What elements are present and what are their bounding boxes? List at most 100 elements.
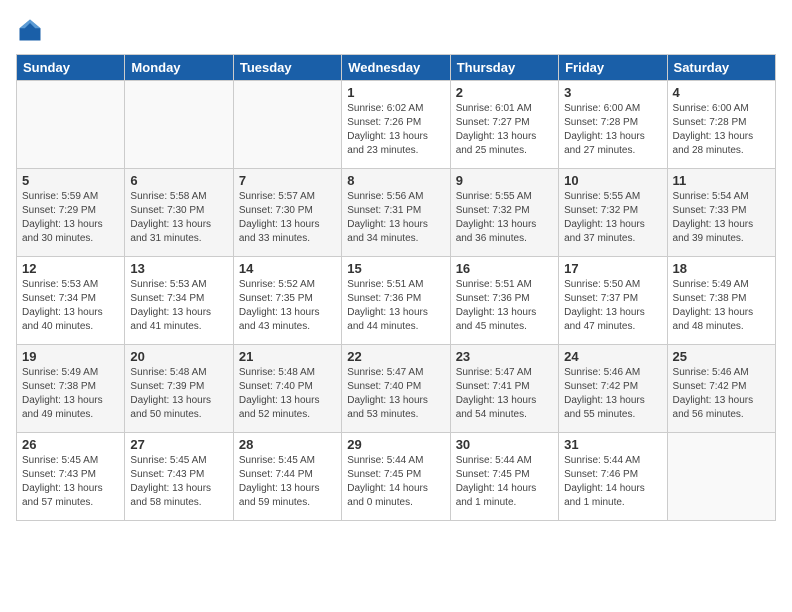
calendar-week-row: 26 Sunrise: 5:45 AM Sunset: 7:43 PM Dayli…	[17, 433, 776, 521]
logo-icon	[16, 16, 44, 44]
calendar-cell	[125, 81, 233, 169]
calendar-cell: 17Sunrise: 5:50 AM Sunset: 7:37 PM Dayli…	[559, 257, 667, 345]
calendar-cell	[233, 81, 341, 169]
day-number: 17	[564, 261, 661, 276]
calendar-cell: 29 Sunrise: 5:44 AM Sunset: 7:45 PM Dayli…	[342, 433, 450, 521]
calendar-cell	[17, 81, 125, 169]
calendar-cell: 1 Sunrise: 6:02 AM Sunset: 7:26 PM Daylig…	[342, 81, 450, 169]
day-number: 11	[673, 173, 770, 188]
day-number: 31	[564, 437, 661, 452]
day-number: 23	[456, 349, 553, 364]
calendar-cell: 22 Sunrise: 5:47 AM Sunset: 7:40 PM Dayli…	[342, 345, 450, 433]
day-number: 10	[564, 173, 661, 188]
day-info: Sunrise: 5:47 AM Sunset: 7:40 PM Dayligh…	[347, 366, 444, 422]
calendar-cell: 26 Sunrise: 5:45 AM Sunset: 7:43 PM Dayli…	[17, 433, 125, 521]
day-number: 29	[347, 437, 444, 452]
calendar-week-row: 1 Sunrise: 6:02 AM Sunset: 7:26 PM Daylig…	[17, 81, 776, 169]
calendar-cell: 19 Sunrise: 5:49 AM Sunset: 7:38 PM Dayli…	[17, 345, 125, 433]
calendar-cell: 13 Sunrise: 5:53 AM Sunset: 7:34 PM Dayli…	[125, 257, 233, 345]
calendar-cell: 27Sunrise: 5:45 AM Sunset: 7:43 PM Dayli…	[125, 433, 233, 521]
day-info: Sunrise: 6:02 AM Sunset: 7:26 PM Dayligh…	[347, 102, 444, 158]
day-number: 14	[239, 261, 336, 276]
day-info: Sunrise: 5:45 AM Sunset: 7:43 PM Dayligh…	[22, 454, 119, 510]
day-number: 15	[347, 261, 444, 276]
day-info: Sunrise: 6:00 AM Sunset: 7:28 PM Dayligh…	[564, 102, 661, 158]
day-info: Sunrise: 5:49 AM Sunset: 7:38 PM Dayligh…	[673, 278, 770, 334]
calendar-cell: 5 Sunrise: 5:59 AM Sunset: 7:29 PM Daylig…	[17, 169, 125, 257]
calendar-cell: 9Sunrise: 5:55 AM Sunset: 7:32 PM Daylig…	[450, 169, 558, 257]
day-number: 2	[456, 85, 553, 100]
day-number: 12	[22, 261, 119, 276]
calendar-week-row: 12 Sunrise: 5:53 AM Sunset: 7:34 PM Dayli…	[17, 257, 776, 345]
day-info: Sunrise: 5:56 AM Sunset: 7:31 PM Dayligh…	[347, 190, 444, 246]
day-info: Sunrise: 5:46 AM Sunset: 7:42 PM Dayligh…	[673, 366, 770, 422]
day-info: Sunrise: 6:01 AM Sunset: 7:27 PM Dayligh…	[456, 102, 553, 158]
day-info: Sunrise: 5:47 AM Sunset: 7:41 PM Dayligh…	[456, 366, 553, 422]
calendar-table: SundayMondayTuesdayWednesdayThursdayFrid…	[16, 54, 776, 521]
calendar-cell: 11 Sunrise: 5:54 AM Sunset: 7:33 PM Dayli…	[667, 169, 775, 257]
day-info: Sunrise: 5:54 AM Sunset: 7:33 PM Dayligh…	[673, 190, 770, 246]
weekday-header: Friday	[559, 55, 667, 81]
day-info: Sunrise: 5:55 AM Sunset: 7:32 PM Dayligh…	[564, 190, 661, 246]
day-info: Sunrise: 5:53 AM Sunset: 7:34 PM Dayligh…	[22, 278, 119, 334]
day-info: Sunrise: 5:48 AM Sunset: 7:39 PM Dayligh…	[130, 366, 227, 422]
day-info: Sunrise: 5:44 AM Sunset: 7:45 PM Dayligh…	[347, 454, 444, 510]
calendar-cell	[667, 433, 775, 521]
calendar-cell: 15Sunrise: 5:51 AM Sunset: 7:36 PM Dayli…	[342, 257, 450, 345]
calendar-cell: 20 Sunrise: 5:48 AM Sunset: 7:39 PM Dayli…	[125, 345, 233, 433]
calendar-cell: 10 Sunrise: 5:55 AM Sunset: 7:32 PM Dayli…	[559, 169, 667, 257]
day-number: 13	[130, 261, 227, 276]
day-number: 20	[130, 349, 227, 364]
day-info: Sunrise: 5:45 AM Sunset: 7:44 PM Dayligh…	[239, 454, 336, 510]
day-info: Sunrise: 5:46 AM Sunset: 7:42 PM Dayligh…	[564, 366, 661, 422]
day-info: Sunrise: 5:51 AM Sunset: 7:36 PM Dayligh…	[456, 278, 553, 334]
day-info: Sunrise: 5:57 AM Sunset: 7:30 PM Dayligh…	[239, 190, 336, 246]
day-info: Sunrise: 5:52 AM Sunset: 7:35 PM Dayligh…	[239, 278, 336, 334]
day-number: 1	[347, 85, 444, 100]
day-info: Sunrise: 5:48 AM Sunset: 7:40 PM Dayligh…	[239, 366, 336, 422]
day-number: 7	[239, 173, 336, 188]
calendar-cell: 2 Sunrise: 6:01 AM Sunset: 7:27 PM Daylig…	[450, 81, 558, 169]
day-number: 16	[456, 261, 553, 276]
calendar-cell: 31Sunrise: 5:44 AM Sunset: 7:46 PM Dayli…	[559, 433, 667, 521]
day-info: Sunrise: 5:58 AM Sunset: 7:30 PM Dayligh…	[130, 190, 227, 246]
day-info: Sunrise: 5:44 AM Sunset: 7:45 PM Dayligh…	[456, 454, 553, 510]
calendar-header-row: SundayMondayTuesdayWednesdayThursdayFrid…	[17, 55, 776, 81]
page-header	[16, 16, 776, 44]
day-info: Sunrise: 5:49 AM Sunset: 7:38 PM Dayligh…	[22, 366, 119, 422]
calendar-cell: 3 Sunrise: 6:00 AM Sunset: 7:28 PM Daylig…	[559, 81, 667, 169]
day-number: 21	[239, 349, 336, 364]
weekday-header: Tuesday	[233, 55, 341, 81]
calendar-cell: 25Sunrise: 5:46 AM Sunset: 7:42 PM Dayli…	[667, 345, 775, 433]
day-info: Sunrise: 5:53 AM Sunset: 7:34 PM Dayligh…	[130, 278, 227, 334]
calendar-cell: 24Sunrise: 5:46 AM Sunset: 7:42 PM Dayli…	[559, 345, 667, 433]
day-info: Sunrise: 5:59 AM Sunset: 7:29 PM Dayligh…	[22, 190, 119, 246]
calendar-cell: 16 Sunrise: 5:51 AM Sunset: 7:36 PM Dayli…	[450, 257, 558, 345]
calendar-cell: 4Sunrise: 6:00 AM Sunset: 7:28 PM Daylig…	[667, 81, 775, 169]
weekday-header: Saturday	[667, 55, 775, 81]
calendar-cell: 21 Sunrise: 5:48 AM Sunset: 7:40 PM Dayli…	[233, 345, 341, 433]
day-info: Sunrise: 5:55 AM Sunset: 7:32 PM Dayligh…	[456, 190, 553, 246]
calendar-week-row: 5 Sunrise: 5:59 AM Sunset: 7:29 PM Daylig…	[17, 169, 776, 257]
calendar-cell: 30Sunrise: 5:44 AM Sunset: 7:45 PM Dayli…	[450, 433, 558, 521]
day-number: 19	[22, 349, 119, 364]
day-number: 3	[564, 85, 661, 100]
day-number: 5	[22, 173, 119, 188]
calendar-cell: 8 Sunrise: 5:56 AM Sunset: 7:31 PM Daylig…	[342, 169, 450, 257]
day-number: 6	[130, 173, 227, 188]
calendar-cell: 18 Sunrise: 5:49 AM Sunset: 7:38 PM Dayli…	[667, 257, 775, 345]
calendar-cell: 23 Sunrise: 5:47 AM Sunset: 7:41 PM Dayli…	[450, 345, 558, 433]
day-info: Sunrise: 6:00 AM Sunset: 7:28 PM Dayligh…	[673, 102, 770, 158]
weekday-header: Sunday	[17, 55, 125, 81]
day-number: 22	[347, 349, 444, 364]
day-number: 8	[347, 173, 444, 188]
day-number: 26	[22, 437, 119, 452]
calendar-cell: 12 Sunrise: 5:53 AM Sunset: 7:34 PM Dayli…	[17, 257, 125, 345]
weekday-header: Wednesday	[342, 55, 450, 81]
calendar-cell: 14 Sunrise: 5:52 AM Sunset: 7:35 PM Dayli…	[233, 257, 341, 345]
day-number: 18	[673, 261, 770, 276]
weekday-header: Monday	[125, 55, 233, 81]
calendar-cell: 6 Sunrise: 5:58 AM Sunset: 7:30 PM Daylig…	[125, 169, 233, 257]
calendar-week-row: 19 Sunrise: 5:49 AM Sunset: 7:38 PM Dayli…	[17, 345, 776, 433]
day-info: Sunrise: 5:45 AM Sunset: 7:43 PM Dayligh…	[130, 454, 227, 510]
